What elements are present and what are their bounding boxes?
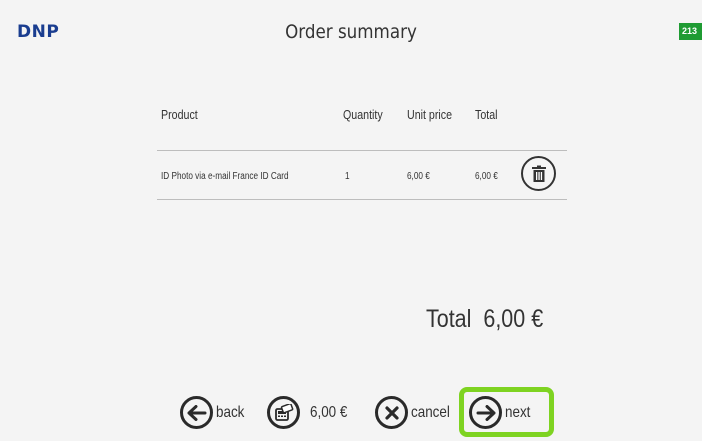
cell-total: 6,00 € (475, 171, 498, 182)
column-header-total: Total (475, 107, 498, 122)
order-total: Total 6,00 € (426, 305, 562, 334)
arrow-left-icon (180, 396, 213, 429)
delete-item-button[interactable] (521, 156, 556, 191)
next-button-highlight (459, 387, 554, 437)
cancel-label: cancel (411, 403, 450, 421)
payment-button[interactable]: 6,00 € (267, 396, 354, 429)
order-total-label: Total (426, 305, 472, 333)
cell-product: ID Photo via e-mail France ID Card (161, 171, 289, 182)
order-total-value: 6,00 € (483, 305, 544, 333)
payment-terminal-icon (267, 396, 300, 429)
trash-icon (531, 165, 546, 182)
column-header-product: Product (161, 107, 198, 122)
table-divider (157, 150, 567, 151)
table-divider (157, 199, 567, 200)
back-button[interactable]: back (180, 396, 250, 429)
payment-amount: 6,00 € (310, 403, 348, 421)
page-title: Order summary (285, 21, 417, 43)
back-label: back (216, 403, 245, 421)
cancel-button[interactable]: cancel (375, 396, 457, 429)
close-icon (375, 396, 408, 429)
column-header-unit-price: Unit price (407, 107, 453, 122)
cell-unit-price: 6,00 € (407, 171, 430, 182)
column-header-quantity: Quantity (343, 107, 383, 122)
station-id-badge: 213 (679, 23, 702, 40)
cell-quantity: 1 (345, 171, 350, 182)
